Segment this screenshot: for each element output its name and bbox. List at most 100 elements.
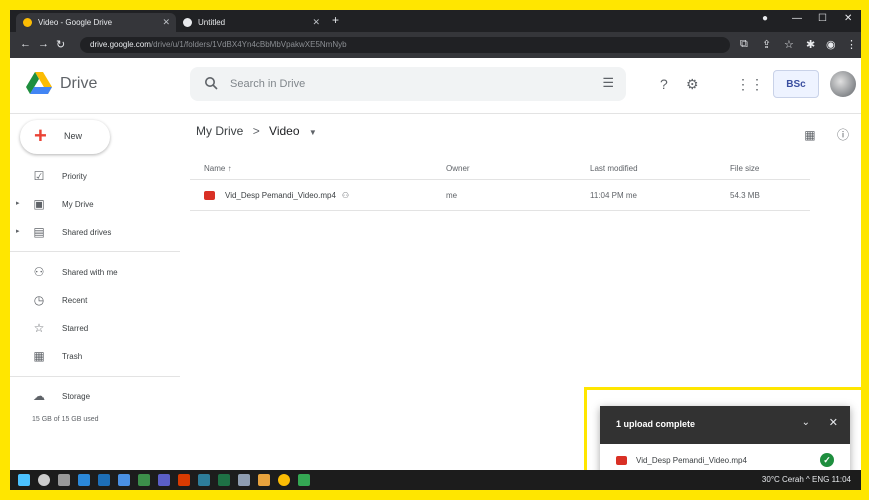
- sidebar-item-trash[interactable]: ▦ Trash: [10, 346, 180, 368]
- system-tray[interactable]: 30°C Cerah ^ ENG 11:04: [762, 475, 851, 484]
- search-box[interactable]: Search in Drive ☰: [190, 67, 626, 101]
- profile-dot-icon[interactable]: ●: [762, 13, 768, 24]
- file-modified-cell: 11:04 PM me: [590, 191, 637, 200]
- new-button-label: New: [64, 131, 83, 141]
- app-icon[interactable]: [298, 474, 310, 486]
- word-icon[interactable]: [198, 474, 210, 486]
- folder-icon[interactable]: [258, 474, 270, 486]
- profile-icon[interactable]: ◉: [826, 38, 836, 51]
- close-tab-icon[interactable]: ✕: [312, 17, 320, 28]
- new-button[interactable]: + New: [20, 120, 110, 154]
- explorer-icon[interactable]: [238, 474, 250, 486]
- shared-drives-icon: ▤: [33, 225, 45, 239]
- teams-icon[interactable]: [158, 474, 170, 486]
- globe-favicon-icon: [183, 18, 192, 27]
- office-icon[interactable]: [178, 474, 190, 486]
- upload-panel: 1 upload complete ⌄ ✕ Vid_Desp Pemandi_V…: [600, 406, 850, 478]
- sidebar-item-label: Storage: [62, 392, 91, 401]
- close-window-button[interactable]: ✕: [844, 13, 852, 24]
- sidebar-divider: [10, 251, 180, 252]
- sort-arrow-icon[interactable]: ↑: [228, 164, 232, 173]
- sidebar-divider: [10, 376, 180, 377]
- mail-icon[interactable]: [118, 474, 130, 486]
- windows-taskbar: 30°C Cerah ^ ENG 11:04: [10, 470, 861, 490]
- info-icon[interactable]: ⓘ: [837, 128, 849, 142]
- edge-icon[interactable]: [98, 474, 110, 486]
- reload-icon[interactable]: ↻: [56, 38, 65, 51]
- settings-gear-icon[interactable]: ⚙: [686, 76, 699, 93]
- my-drive-icon: ▣: [33, 197, 45, 211]
- app-icon[interactable]: [138, 474, 150, 486]
- help-icon[interactable]: ?: [660, 76, 668, 92]
- table-row[interactable]: Vid_Desp Pemandi_Video.mp4 ⚇ me 11:04 PM …: [190, 181, 810, 211]
- sidebar-item-label: Trash: [62, 352, 83, 361]
- recent-icon: ◷: [33, 293, 45, 307]
- priority-icon: ☑: [33, 169, 45, 183]
- url-bar[interactable]: drive.google.com/drive/u/1/folders/1VdBX…: [80, 37, 730, 53]
- breadcrumb-root[interactable]: My Drive: [196, 124, 243, 138]
- chevron-down-icon[interactable]: ⌄: [802, 417, 810, 428]
- tab-title: Untitled: [198, 18, 226, 27]
- tab-untitled[interactable]: Untitled ✕: [176, 13, 326, 32]
- people-icon: ⚇: [341, 191, 350, 200]
- search-icon[interactable]: [204, 76, 218, 90]
- drive-header: Drive Search in Drive ☰ ? ⚙ ⋮⋮ BSc: [10, 58, 861, 114]
- bookmark-star-icon[interactable]: ☆: [784, 38, 794, 51]
- puzzle-icon[interactable]: ✱: [806, 38, 815, 51]
- column-header-owner: Owner: [446, 164, 470, 173]
- upload-panel-header: 1 upload complete ⌄ ✕: [600, 406, 850, 444]
- task-view-icon[interactable]: [58, 474, 70, 486]
- kebab-menu-icon[interactable]: ⋮: [846, 38, 857, 51]
- grid-view-icon[interactable]: ▦: [804, 128, 815, 142]
- address-toolbar: ← → ↻ drive.google.com/drive/u/1/folders…: [10, 32, 861, 58]
- search-options-icon[interactable]: ☰: [602, 75, 614, 91]
- sidebar-item-starred[interactable]: ☆ Starred: [10, 318, 180, 340]
- chrome-icon[interactable]: [278, 474, 290, 486]
- sidebar-item-shared-drives[interactable]: ▸ ▤ Shared drives: [10, 222, 180, 244]
- sidebar-item-storage[interactable]: ☁ Storage: [10, 386, 180, 408]
- extension-icon[interactable]: ⧉: [740, 38, 748, 51]
- folder-dropdown-icon[interactable]: ▼: [309, 128, 317, 137]
- share-icon[interactable]: ⇪: [762, 38, 771, 51]
- back-icon[interactable]: ←: [20, 38, 31, 50]
- breadcrumb-separator: >: [252, 124, 260, 138]
- sidebar-item-label: Priority: [62, 172, 87, 181]
- apps-grid-icon[interactable]: ⋮⋮: [736, 76, 764, 93]
- minimize-button[interactable]: —: [792, 13, 802, 24]
- file-owner-cell: me: [446, 191, 458, 200]
- sidebar-item-recent[interactable]: ◷ Recent: [10, 290, 180, 312]
- file-name: Vid_Desp Pemandi_Video.mp4: [225, 191, 336, 200]
- breadcrumb-current[interactable]: Video: [269, 124, 299, 138]
- shared-with-me-icon: ⚇: [33, 265, 45, 279]
- sidebar-item-shared-with-me[interactable]: ⚇ Shared with me: [10, 262, 180, 284]
- sidebar-item-my-drive[interactable]: ▸ ▣ My Drive: [10, 194, 180, 216]
- close-icon[interactable]: ✕: [829, 416, 838, 429]
- video-file-icon: [204, 191, 215, 201]
- star-icon: ☆: [33, 321, 45, 335]
- check-circle-icon: ✓: [820, 453, 834, 467]
- column-header-modified[interactable]: Last modified: [590, 164, 638, 173]
- view-toggle-group: ▦ ⓘ: [786, 126, 849, 143]
- tab-drive[interactable]: Video - Google Drive ✕: [16, 13, 176, 32]
- search-input[interactable]: Search in Drive: [230, 78, 305, 90]
- store-icon[interactable]: [78, 474, 90, 486]
- sidebar-item-priority[interactable]: ☑ Priority: [10, 166, 180, 188]
- expand-arrow-icon[interactable]: ▸: [16, 227, 20, 235]
- sidebar-item-label: Shared with me: [62, 268, 118, 277]
- file-name-cell[interactable]: Vid_Desp Pemandi_Video.mp4 ⚇: [204, 191, 350, 201]
- storage-usage-text: 15 GB of 15 GB used: [32, 416, 99, 423]
- drive-logo-text[interactable]: Drive: [60, 75, 97, 93]
- new-tab-button[interactable]: +: [332, 14, 339, 26]
- drive-logo-icon[interactable]: [26, 72, 52, 94]
- maximize-button[interactable]: ☐: [818, 13, 827, 24]
- expand-arrow-icon[interactable]: ▸: [16, 199, 20, 207]
- start-icon[interactable]: [18, 474, 30, 486]
- close-tab-icon[interactable]: ✕: [162, 17, 170, 28]
- column-header-name[interactable]: Name ↑: [204, 164, 232, 173]
- forward-icon[interactable]: →: [38, 38, 49, 50]
- account-avatar[interactable]: [830, 71, 856, 97]
- search-taskbar-icon[interactable]: [38, 474, 50, 486]
- organization-logo[interactable]: BSc: [773, 70, 819, 98]
- excel-icon[interactable]: [218, 474, 230, 486]
- column-header-size: File size: [730, 164, 760, 173]
